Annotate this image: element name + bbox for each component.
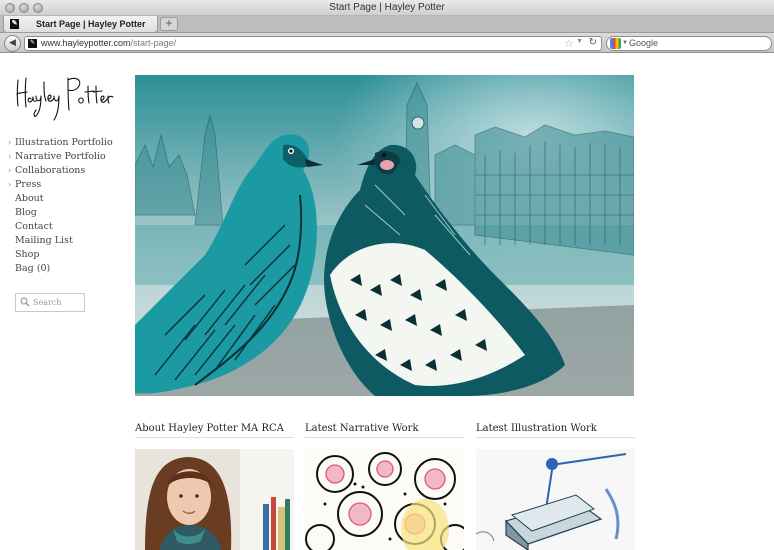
url-favicon-icon: ✎ — [28, 39, 37, 48]
navigation-toolbar: ◀ ✎ www.hayleypotter.com/start-page/ ☆ ▼… — [0, 33, 774, 53]
nav-item-about[interactable]: About — [8, 192, 113, 206]
about-heading[interactable]: About Hayley Potter MA RCA — [135, 423, 294, 438]
portrait-photo — [135, 449, 294, 550]
nav-item-label: Contact — [15, 221, 53, 232]
nav-expand-chevron-icon: › — [8, 152, 12, 161]
nav-item-press[interactable]: › Press — [8, 178, 113, 192]
nav-expand-chevron-icon: › — [8, 138, 12, 147]
address-bar[interactable]: ✎ www.hayleypotter.com/start-page/ ☆ ▼ ↻ — [24, 36, 602, 51]
nav-item-blog[interactable]: Blog — [8, 206, 113, 220]
nav-item-contact[interactable]: Contact — [8, 220, 113, 234]
search-icon — [20, 297, 30, 307]
narrative-heading[interactable]: Latest Narrative Work — [305, 423, 464, 438]
search-engine-caret-icon[interactable]: ▼ — [622, 40, 628, 46]
url-text: www.hayleypotter.com/start-page/ — [41, 38, 176, 48]
nav-expand-chevron-icon: › — [8, 166, 12, 175]
nav-item-label: Bag (0) — [15, 263, 51, 274]
tab-label: Start Page | Hayley Potter — [36, 19, 146, 29]
reload-icon[interactable]: ↻ — [589, 37, 597, 48]
illustration-work-thumbnail[interactable] — [476, 449, 635, 550]
nav-item-label: Shop — [15, 249, 40, 260]
window-titlebar: Start Page | Hayley Potter — [0, 0, 774, 16]
nav-item-label: Collaborations — [15, 165, 86, 176]
new-tab-button[interactable]: + — [160, 17, 178, 31]
search-placeholder: Search — [33, 298, 62, 307]
nav-item-bag-0[interactable]: Bag (0) — [8, 262, 113, 276]
site-search-input[interactable]: Search — [15, 293, 85, 312]
tab-start-page[interactable]: ✎ Start Page | Hayley Potter — [3, 16, 158, 33]
search-engine-label: Google — [629, 38, 659, 48]
narrative-work-thumbnail[interactable] — [305, 449, 464, 550]
web-page: › Illustration Portfolio › Narrative Portfo… — [0, 54, 774, 550]
bookmark-star-icon[interactable]: ☆ — [564, 37, 574, 50]
narrative-artwork — [305, 449, 464, 550]
nav-item-label: Mailing List — [15, 235, 73, 246]
about-portrait-thumbnail[interactable] — [135, 449, 294, 550]
nav-item-narrative-portfolio[interactable]: › Narrative Portfolio — [8, 150, 113, 164]
site-favicon-icon: ✎ — [10, 19, 19, 29]
tab-bar: ✎ Start Page | Hayley Potter + — [0, 16, 774, 33]
illustration-artwork — [476, 449, 635, 550]
pigeons-watercolour — [135, 75, 634, 396]
back-button[interactable]: ◀ — [4, 35, 21, 52]
nav-item-label: Press — [15, 179, 42, 190]
hero-illustration[interactable] — [135, 75, 634, 396]
illustration-heading[interactable]: Latest Illustration Work — [476, 423, 635, 438]
google-icon[interactable] — [610, 38, 621, 49]
main-navigation: › Illustration Portfolio › Narrative Portfo… — [8, 136, 113, 276]
url-domain: www.hayleypotter.com — [41, 38, 131, 48]
nav-expand-chevron-icon: › — [8, 180, 12, 189]
nav-item-shop[interactable]: Shop — [8, 248, 113, 262]
nav-item-mailing-list[interactable]: Mailing List — [8, 234, 113, 248]
browser-search-field[interactable]: ▼ Google — [606, 36, 772, 51]
nav-item-illustration-portfolio[interactable]: › Illustration Portfolio — [8, 136, 113, 150]
history-dropdown-icon[interactable]: ▼ — [576, 38, 583, 45]
window-title: Start Page | Hayley Potter — [329, 2, 445, 13]
nav-item-label: About — [15, 193, 44, 204]
url-path: /start-page/ — [130, 38, 177, 48]
nav-item-label: Illustration Portfolio — [15, 137, 113, 148]
nav-item-label: Narrative Portfolio — [15, 151, 106, 162]
nav-item-label: Blog — [15, 207, 37, 218]
site-logo[interactable] — [14, 72, 114, 124]
nav-item-collaborations[interactable]: › Collaborations — [8, 164, 113, 178]
